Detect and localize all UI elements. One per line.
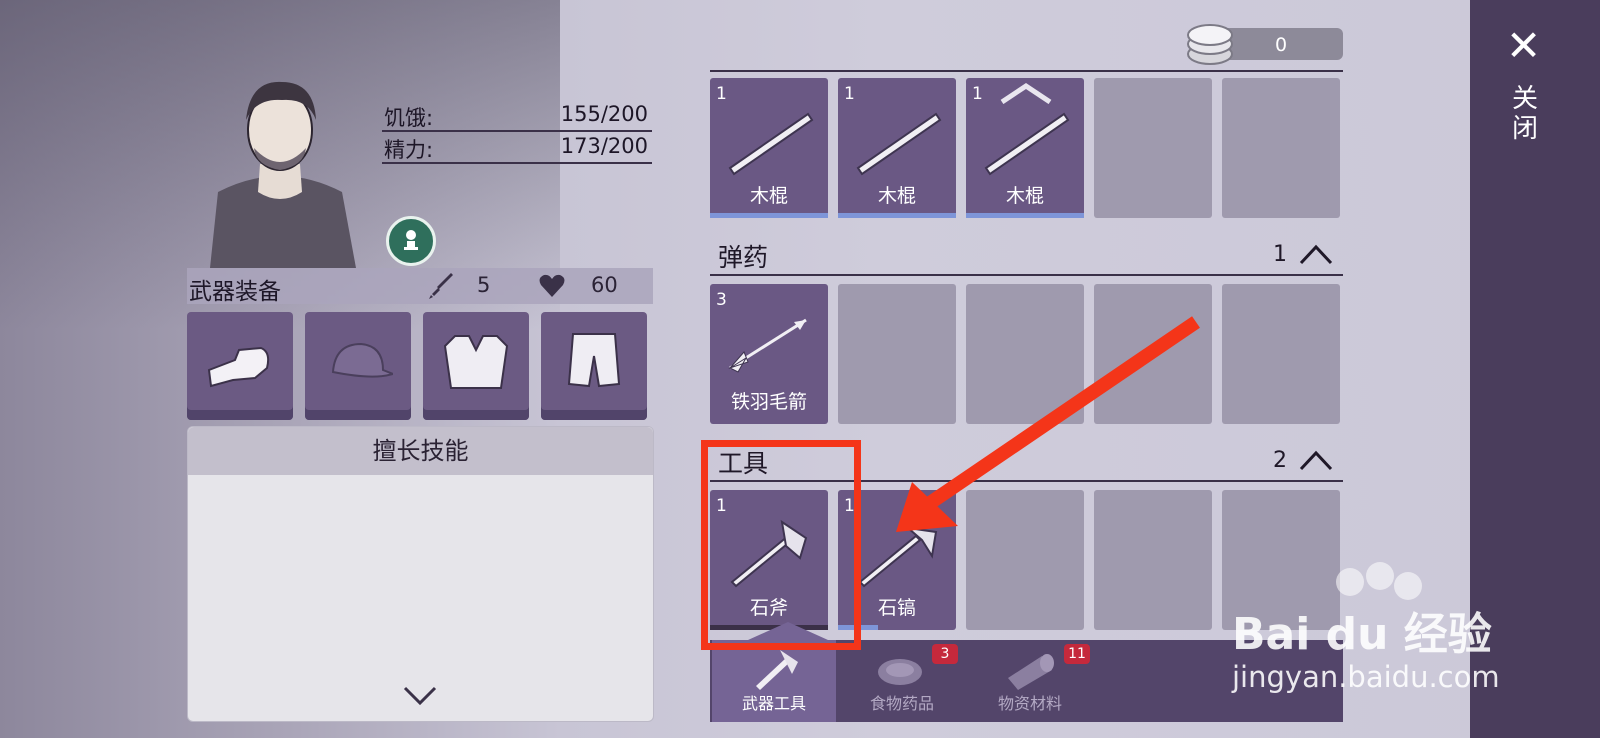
empty-slot bbox=[1094, 284, 1212, 424]
stat-label: 饥饿: bbox=[384, 106, 434, 130]
skills-title: 擅长技能 bbox=[188, 427, 653, 475]
equipment-title: 武器装备 bbox=[189, 279, 281, 305]
chevron-up-icon bbox=[1000, 82, 1052, 104]
close-label: 关闭 bbox=[1511, 84, 1538, 144]
section-divider bbox=[710, 480, 1343, 482]
meat-icon bbox=[878, 659, 922, 685]
item-name: 石斧 bbox=[749, 597, 788, 619]
inventory-item[interactable]: 1 木棍 bbox=[838, 78, 956, 218]
stat-value: 173/200 bbox=[560, 134, 648, 158]
fist-icon bbox=[207, 346, 270, 388]
stone-axe-icon bbox=[730, 519, 808, 588]
tab-label: 物资材料 bbox=[997, 694, 1062, 713]
equip-slot-body[interactable] bbox=[423, 312, 529, 420]
item-count: 1 bbox=[716, 84, 727, 104]
section-divider bbox=[710, 70, 1343, 72]
shorts-icon bbox=[567, 333, 621, 388]
inventory-item[interactable]: 3 铁羽毛箭 bbox=[710, 284, 828, 424]
vest-icon bbox=[443, 335, 509, 389]
section-divider bbox=[710, 274, 1343, 276]
tab-weapons-tools[interactable]: 武器工具 bbox=[712, 640, 836, 722]
section-count: 1 bbox=[1273, 242, 1287, 267]
stat-energy: 精力: 173/200 bbox=[382, 132, 652, 164]
equip-slot-head[interactable] bbox=[305, 312, 411, 420]
wooden-stick-icon bbox=[984, 112, 1070, 176]
chevron-up-icon[interactable] bbox=[1298, 242, 1334, 266]
coin-stack-icon bbox=[1187, 24, 1233, 65]
inventory-item[interactable]: 1 石镐 bbox=[838, 490, 956, 630]
equip-slot-weapon[interactable] bbox=[187, 312, 293, 420]
item-name: 石镐 bbox=[877, 597, 916, 619]
empty-slot bbox=[1094, 490, 1212, 630]
watermark-url: jingyan.baidu.com bbox=[1232, 660, 1500, 694]
skills-panel: 擅长技能 bbox=[187, 426, 654, 722]
tab-label: 武器工具 bbox=[741, 694, 806, 713]
tools-icon bbox=[756, 650, 798, 690]
item-name: 铁羽毛箭 bbox=[730, 391, 807, 413]
active-tab-caret bbox=[748, 622, 828, 640]
wooden-stick-icon bbox=[856, 112, 942, 176]
attack-value: 5 bbox=[477, 273, 491, 297]
stat-label: 精力: bbox=[384, 138, 434, 162]
chevron-up-icon[interactable] bbox=[1298, 448, 1334, 472]
inventory-item[interactable]: 1 木棍 bbox=[966, 78, 1084, 218]
cap-icon bbox=[331, 342, 393, 378]
item-count: 1 bbox=[972, 84, 983, 104]
item-count: 1 bbox=[716, 496, 727, 516]
wooden-stick-icon bbox=[728, 112, 814, 176]
item-count: 3 bbox=[716, 290, 727, 310]
tab-food-medicine[interactable]: 3 食物药品 bbox=[840, 640, 964, 722]
watermark-brand: Bai du 经验 bbox=[1232, 609, 1492, 660]
health-value: 60 bbox=[591, 273, 618, 297]
empty-slot bbox=[966, 284, 1084, 424]
character-portrait bbox=[210, 81, 356, 268]
log-icon bbox=[1008, 654, 1054, 690]
section-title-tools: 工具 bbox=[718, 449, 769, 478]
chevron-down-icon[interactable] bbox=[402, 685, 438, 707]
close-icon: ✕ bbox=[1506, 21, 1542, 70]
item-durability-bar bbox=[838, 213, 956, 218]
weapon-equipment-bar: 武器装备 5 60 bbox=[187, 268, 653, 305]
inventory-item[interactable]: 1 木棍 bbox=[710, 78, 828, 218]
close-button[interactable]: ✕ 关闭 bbox=[1490, 20, 1560, 160]
heart-icon bbox=[539, 274, 565, 297]
item-name: 木棍 bbox=[1005, 185, 1044, 207]
equip-slot-legs[interactable] bbox=[541, 312, 647, 420]
arrow-icon bbox=[728, 318, 807, 373]
item-durability-bar bbox=[710, 213, 828, 218]
item-name: 木棍 bbox=[877, 185, 916, 207]
empty-slot bbox=[1222, 78, 1340, 218]
totem-icon bbox=[404, 230, 418, 250]
empty-slot bbox=[1094, 78, 1212, 218]
sword-icon bbox=[429, 273, 453, 299]
stat-value: 155/200 bbox=[560, 102, 648, 126]
item-count: 1 bbox=[844, 496, 855, 516]
stat-hunger: 饥饿: 155/200 bbox=[382, 100, 652, 132]
tab-badge: 3 bbox=[932, 644, 958, 664]
section-count: 2 bbox=[1273, 448, 1287, 473]
item-name: 木棍 bbox=[749, 185, 788, 207]
section-title-ammo: 弹药 bbox=[718, 243, 769, 272]
tab-materials[interactable]: 11 物资材料 bbox=[968, 640, 1092, 722]
tab-badge: 11 bbox=[1064, 644, 1090, 664]
item-durability-bar bbox=[838, 625, 878, 630]
currency-value: 0 bbox=[1275, 34, 1288, 56]
empty-slot bbox=[1222, 284, 1340, 424]
inventory-item[interactable]: 1 石斧 bbox=[710, 490, 828, 630]
empty-slot bbox=[966, 490, 1084, 630]
tab-label: 食物药品 bbox=[869, 694, 934, 713]
empty-slot bbox=[838, 284, 956, 424]
character-status-badge[interactable] bbox=[386, 216, 436, 266]
stone-pickaxe-icon bbox=[858, 526, 938, 588]
item-durability-bar bbox=[966, 213, 1084, 218]
item-count: 1 bbox=[844, 84, 855, 104]
